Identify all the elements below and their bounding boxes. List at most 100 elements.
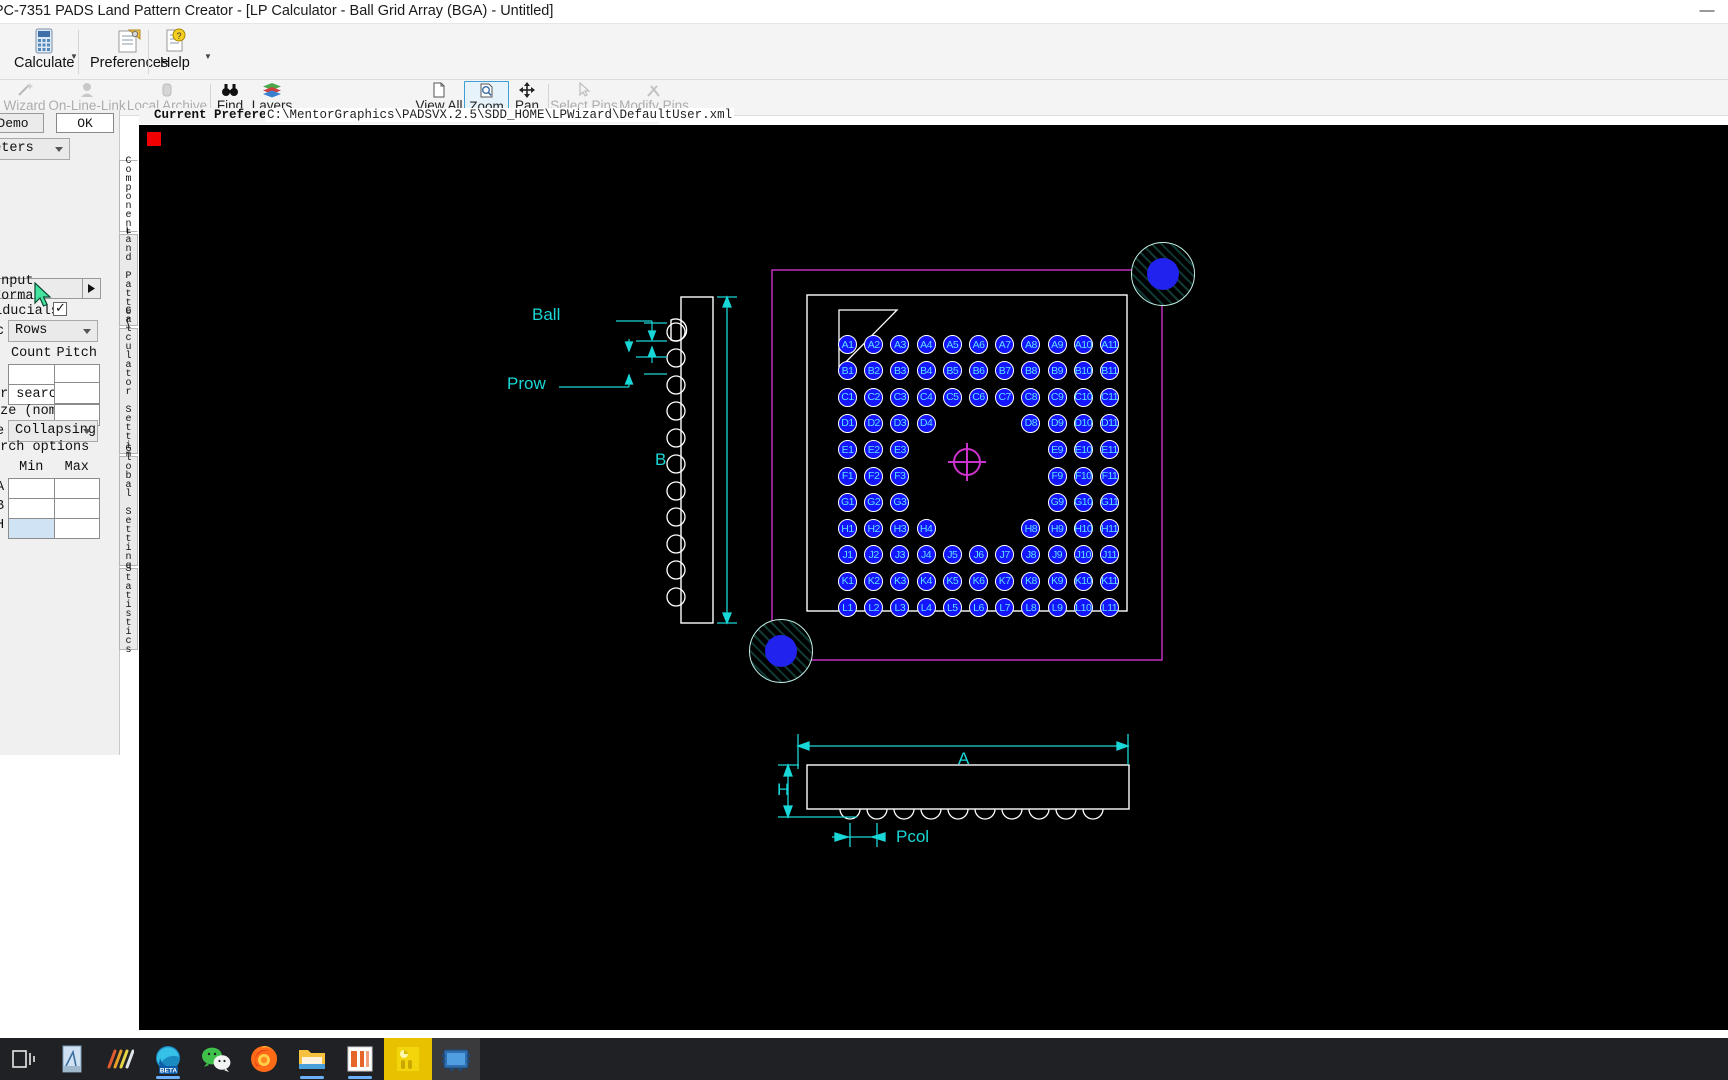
bga-pad-J4[interactable]: J4 bbox=[916, 545, 936, 565]
cell-min-a[interactable] bbox=[8, 477, 55, 499]
bga-pad-K1[interactable]: K1 bbox=[838, 571, 857, 591]
bga-pad-C3[interactable]: C3 bbox=[890, 387, 910, 407]
bga-pad-D4[interactable]: D4 bbox=[916, 413, 936, 433]
bga-pad-B9[interactable]: B9 bbox=[1047, 361, 1067, 381]
bga-pad-B4[interactable]: B4 bbox=[916, 361, 936, 381]
ribbon-help[interactable]: ? Help ▼ bbox=[152, 26, 212, 78]
bga-pad-L6[interactable]: L6 bbox=[969, 598, 988, 617]
bga-pad-J9[interactable]: J9 bbox=[1047, 545, 1067, 565]
bga-pad-D11[interactable]: D11 bbox=[1100, 413, 1119, 433]
bga-pad-K3[interactable]: K3 bbox=[890, 571, 910, 591]
bga-pad-H10[interactable]: H10 bbox=[1073, 519, 1093, 539]
bga-pad-D10[interactable]: D10 bbox=[1073, 413, 1093, 433]
bga-pad-F1[interactable]: F1 bbox=[838, 466, 857, 486]
bga-pad-C6[interactable]: C6 bbox=[969, 387, 988, 407]
bga-pad-L10[interactable]: L10 bbox=[1073, 598, 1093, 617]
drawing-canvas[interactable]: Ball Prow B A H Pcol A1 A2 A3 A4 A5 A6 A7 A8 A9 A… bbox=[139, 125, 1728, 1030]
bga-pad-A6[interactable]: A6 bbox=[969, 335, 988, 354]
cell-max-a[interactable] bbox=[53, 477, 100, 499]
bga-pad-D2[interactable]: D2 bbox=[864, 413, 884, 433]
bga-pad-L1[interactable]: L1 bbox=[838, 598, 857, 617]
wechat-icon[interactable] bbox=[200, 1043, 232, 1075]
tab-calculator-settings[interactable]: Calculator Settings bbox=[119, 306, 138, 477]
bga-pad-D9[interactable]: D9 bbox=[1047, 413, 1067, 433]
units-combo[interactable]: imeters bbox=[0, 138, 70, 160]
bga-pad-C4[interactable]: C4 bbox=[916, 387, 936, 407]
bga-pad-K8[interactable]: K8 bbox=[1021, 571, 1041, 591]
bga-pad-K10[interactable]: K10 bbox=[1073, 571, 1093, 591]
bga-pad-L4[interactable]: L4 bbox=[916, 598, 936, 617]
chevron-down-icon[interactable]: ▼ bbox=[204, 52, 212, 61]
bga-pad-H4[interactable]: H4 bbox=[916, 519, 936, 539]
input-format-next-button[interactable] bbox=[82, 278, 101, 299]
bga-pad-G2[interactable]: G2 bbox=[864, 492, 884, 512]
demo-button[interactable]: Demo bbox=[0, 113, 44, 133]
bga-pad-C11[interactable]: C11 bbox=[1100, 387, 1119, 407]
bga-pad-C10[interactable]: C10 bbox=[1073, 387, 1093, 407]
bga-pad-G9[interactable]: G9 bbox=[1047, 492, 1067, 512]
cell-pitch[interactable] bbox=[53, 363, 100, 385]
rows-combo[interactable]: Rows bbox=[8, 320, 98, 342]
bga-pad-A9[interactable]: A9 bbox=[1047, 335, 1067, 354]
bga-pad-C2[interactable]: C2 bbox=[864, 387, 884, 407]
bga-pad-K4[interactable]: K4 bbox=[916, 571, 936, 591]
bga-pad-F11[interactable]: F11 bbox=[1100, 466, 1119, 486]
powerpoint-app-icon[interactable] bbox=[392, 1043, 424, 1075]
ribbon-calculate[interactable]: Calculate ▼ bbox=[6, 26, 82, 78]
bga-pad-A10[interactable]: A10 bbox=[1073, 335, 1093, 354]
bga-pad-H9[interactable]: H9 bbox=[1047, 519, 1067, 539]
bga-pad-L9[interactable]: L9 bbox=[1047, 598, 1067, 617]
file-explorer-icon[interactable] bbox=[296, 1043, 328, 1075]
search-value-field[interactable] bbox=[54, 382, 100, 404]
bga-pad-C9[interactable]: C9 bbox=[1047, 387, 1067, 407]
cell-max-h[interactable] bbox=[53, 517, 100, 539]
office-app-icon[interactable] bbox=[344, 1043, 376, 1075]
bga-pad-L11[interactable]: L11 bbox=[1100, 598, 1119, 617]
bga-pad-C7[interactable]: C7 bbox=[995, 387, 1015, 407]
bga-pad-G11[interactable]: G11 bbox=[1100, 492, 1119, 512]
bga-pad-K5[interactable]: K5 bbox=[942, 571, 962, 591]
bga-pad-F2[interactable]: F2 bbox=[864, 466, 884, 486]
cell-min-b[interactable] bbox=[8, 497, 55, 519]
chevron-down-icon[interactable]: ▼ bbox=[70, 52, 78, 61]
bga-pad-H1[interactable]: H1 bbox=[838, 519, 857, 539]
minimize-button[interactable]: — bbox=[1694, 2, 1720, 22]
bga-pad-C1[interactable]: C1 bbox=[838, 387, 857, 407]
bga-pad-K2[interactable]: K2 bbox=[864, 571, 884, 591]
bga-pad-F9[interactable]: F9 bbox=[1047, 466, 1067, 486]
bga-pad-K9[interactable]: K9 bbox=[1047, 571, 1067, 591]
bga-pad-F3[interactable]: F3 bbox=[890, 466, 910, 486]
bga-pad-B5[interactable]: B5 bbox=[942, 361, 962, 381]
cell-count[interactable] bbox=[8, 363, 55, 385]
bga-pad-E9[interactable]: E9 bbox=[1047, 440, 1067, 460]
ok-button[interactable]: OK bbox=[56, 113, 114, 133]
task-view-icon[interactable] bbox=[8, 1043, 40, 1075]
bga-pad-K7[interactable]: K7 bbox=[995, 571, 1015, 591]
bga-pad-H11[interactable]: H11 bbox=[1100, 519, 1119, 539]
bga-pad-A1[interactable]: A1 bbox=[838, 335, 857, 354]
fiducial-bottom-left[interactable] bbox=[749, 619, 813, 683]
bga-pad-C8[interactable]: C8 bbox=[1021, 387, 1041, 407]
bga-pad-K11[interactable]: K11 bbox=[1100, 571, 1119, 591]
bga-pad-G10[interactable]: G10 bbox=[1073, 492, 1093, 512]
cell-max-b[interactable] bbox=[53, 497, 100, 519]
edge-beta-icon[interactable]: BETA bbox=[152, 1043, 184, 1075]
document-app-icon[interactable] bbox=[56, 1043, 88, 1075]
bga-pad-K6[interactable]: K6 bbox=[969, 571, 988, 591]
bga-pad-G1[interactable]: G1 bbox=[838, 492, 857, 512]
tab-component[interactable]: Component bbox=[119, 156, 138, 237]
bga-pad-A11[interactable]: A11 bbox=[1100, 335, 1119, 354]
stripes-app-icon[interactable] bbox=[104, 1043, 136, 1075]
bga-pad-B10[interactable]: B10 bbox=[1073, 361, 1093, 381]
tab-global-settings[interactable]: Global Settings bbox=[119, 444, 138, 579]
tab-statistics[interactable]: Statistics bbox=[119, 564, 138, 654]
bga-pad-A5[interactable]: A5 bbox=[942, 335, 962, 354]
bga-pad-D1[interactable]: D1 bbox=[838, 413, 857, 433]
bga-pad-C5[interactable]: C5 bbox=[942, 387, 962, 407]
bga-pad-L5[interactable]: L5 bbox=[942, 598, 962, 617]
bga-pad-E10[interactable]: E10 bbox=[1073, 440, 1093, 460]
bga-pad-A4[interactable]: A4 bbox=[916, 335, 936, 354]
collapsing-combo[interactable]: Collapsing bbox=[8, 420, 98, 442]
bga-pad-F10[interactable]: F10 bbox=[1073, 466, 1093, 486]
fiducial-top-right[interactable] bbox=[1131, 242, 1195, 306]
